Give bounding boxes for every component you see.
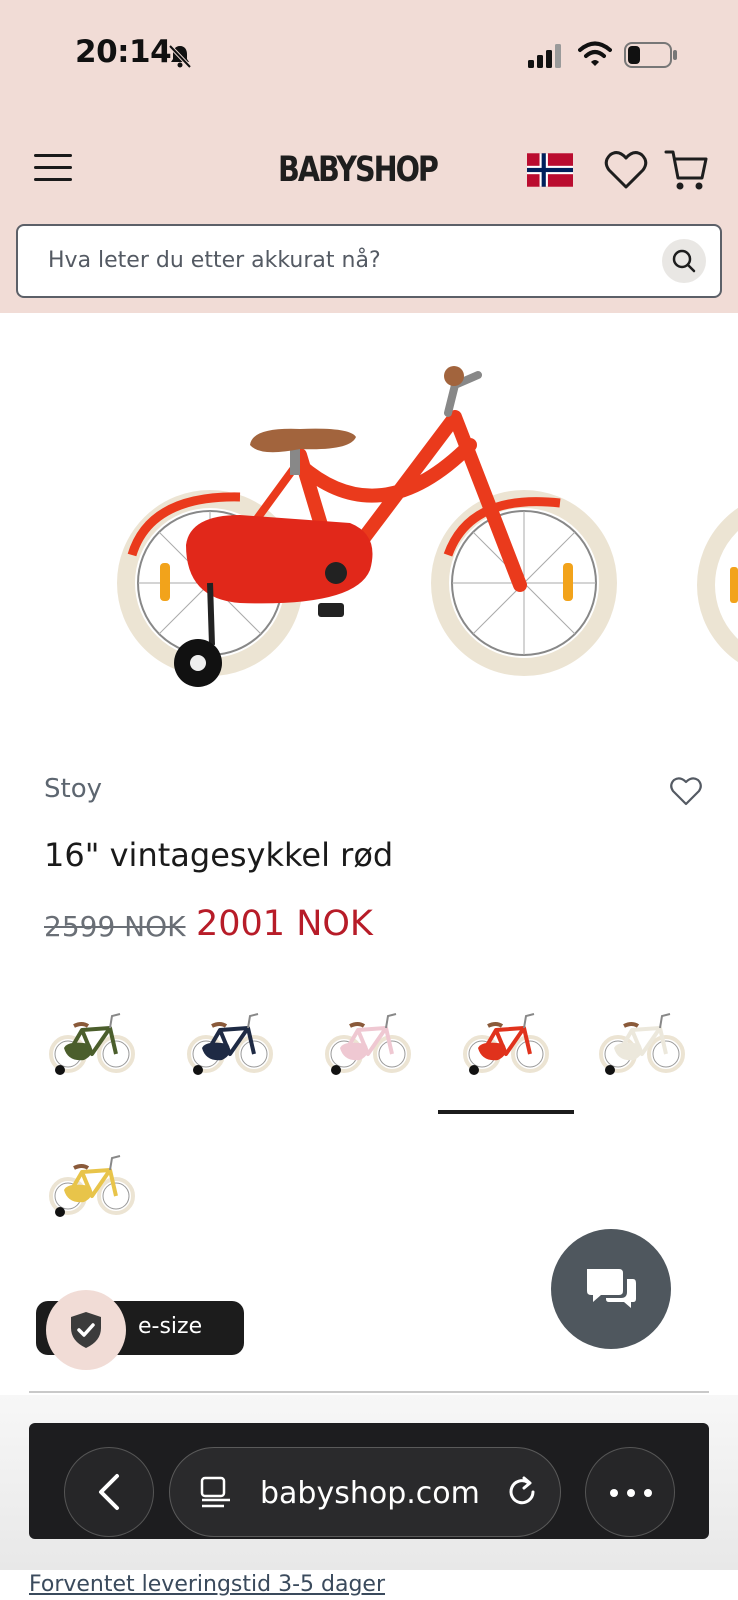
divider (29, 1391, 709, 1393)
url-text: babyshop.com (260, 1476, 480, 1511)
search-input[interactable]: Hva leter du etter akkurat nå? (16, 224, 722, 298)
battery-icon (624, 42, 677, 68)
cellular-signal-icon (528, 44, 561, 68)
bike-thumbnail-icon (599, 1013, 685, 1075)
variant-thumbnail[interactable] (182, 1008, 278, 1086)
product-title: 16" vintagesykkel rød (44, 836, 394, 874)
variant-thumbnail[interactable] (594, 1008, 690, 1086)
search-icon (672, 249, 696, 273)
delivery-time-link[interactable]: Forventet leveringstid 3-5 dager (29, 1572, 385, 1597)
status-time: 20:14 (75, 34, 172, 70)
chat-button[interactable] (551, 1229, 671, 1349)
bike-thumbnail-icon (49, 1013, 135, 1075)
privacy-shield-button[interactable] (46, 1290, 126, 1370)
product-image[interactable] (0, 345, 738, 725)
bell-muted-icon (168, 44, 192, 69)
bike-thumbnail-icon (463, 1013, 549, 1075)
browser-back-button[interactable] (64, 1447, 154, 1537)
browser-more-button[interactable] (585, 1447, 675, 1537)
heart-icon[interactable] (604, 150, 648, 190)
cart-icon[interactable] (664, 148, 708, 192)
reader-mode-icon[interactable] (200, 1476, 234, 1508)
shield-check-icon (71, 1312, 101, 1348)
bike-thumbnail-icon (49, 1155, 135, 1217)
bike-thumbnail-icon (187, 1013, 273, 1075)
size-guide-label: e-size (138, 1314, 203, 1339)
logo-text: BABYSHOP (278, 150, 439, 190)
variant-thumbnail[interactable] (320, 1008, 416, 1086)
variant-thumbnail[interactable] (44, 1008, 140, 1086)
product-brand[interactable]: Stoy (44, 774, 102, 804)
wifi-icon (578, 41, 612, 66)
babyshop-logo[interactable]: BABYSHOP (272, 138, 472, 202)
reload-icon[interactable] (506, 1476, 538, 1508)
address-bar[interactable]: babyshop.com (169, 1447, 561, 1537)
browser-toolbar: babyshop.com (29, 1423, 709, 1539)
search-placeholder: Hva leter du etter akkurat nå? (48, 248, 381, 273)
chevron-left-icon (99, 1474, 119, 1510)
variant-thumbnail[interactable] (438, 1008, 574, 1114)
norway-flag-icon[interactable] (527, 153, 573, 187)
bike-thumbnail-icon (325, 1013, 411, 1075)
original-price: 2599 NOK (44, 910, 186, 943)
wishlist-heart-icon[interactable] (670, 776, 702, 806)
search-button[interactable] (662, 239, 706, 283)
sale-price: 2001 NOK (196, 904, 373, 944)
chat-bubbles-icon (587, 1269, 636, 1308)
more-dots-icon (610, 1489, 652, 1497)
variant-thumbnail[interactable] (44, 1150, 140, 1228)
menu-icon[interactable] (34, 154, 72, 186)
